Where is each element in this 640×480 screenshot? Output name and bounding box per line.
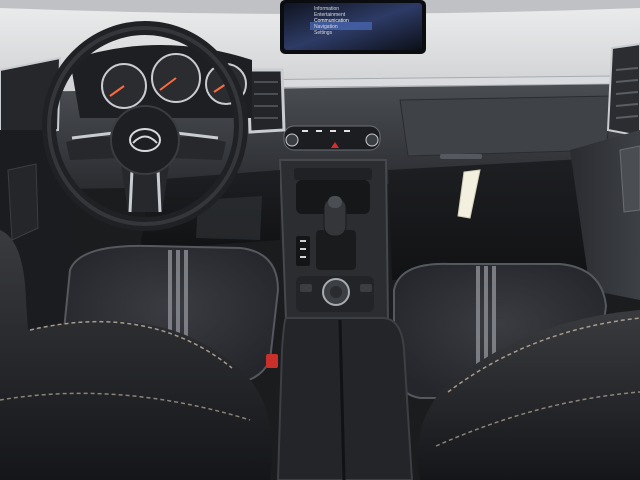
climate-control-panel [283, 125, 381, 151]
right-air-vent [606, 42, 640, 138]
left-door-handle[interactable] [7, 163, 39, 241]
center-air-vent [246, 68, 286, 134]
climate-left-knob[interactable] [285, 133, 299, 147]
glovebox-handle [440, 154, 482, 159]
interior-drawing [0, 0, 640, 480]
glovebox-panel [399, 95, 613, 157]
car-interior-photo: Information Entertainment Communication … [0, 0, 640, 480]
right-door-handle[interactable] [619, 145, 640, 213]
passenger-footwell [388, 158, 604, 280]
infotainment-menu: Information Entertainment Communication … [314, 6, 349, 36]
center-armrest [276, 317, 414, 480]
seat-belt-buckle[interactable] [266, 354, 278, 368]
menu-item-settings[interactable]: Settings [314, 30, 349, 36]
wireless-charge-tray [294, 168, 372, 180]
climate-right-knob[interactable] [365, 133, 379, 147]
commander-button-right[interactable] [360, 284, 372, 292]
commander-button-left[interactable] [300, 284, 312, 292]
